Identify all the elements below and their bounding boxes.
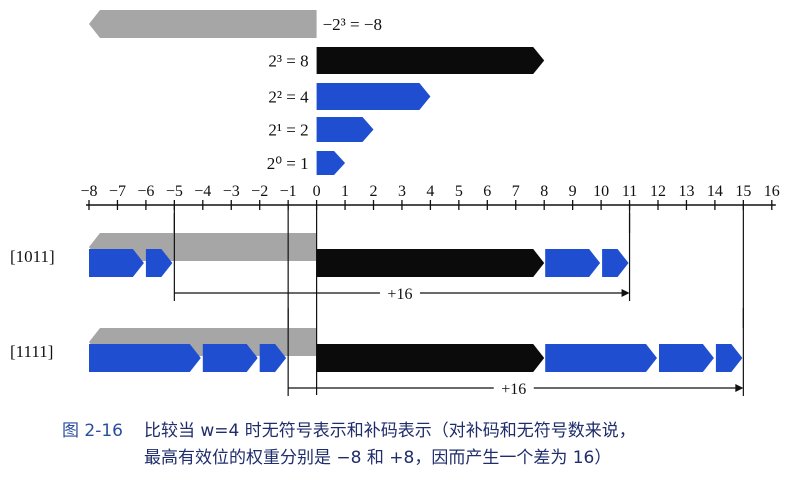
- tick-label: 14: [707, 183, 723, 200]
- caption-line-1: 图 2-16 比较当 w=4 时无符号表示和补码表示（对补码和无符号数来说，: [62, 418, 782, 445]
- example-row: [1011] +16: [10, 213, 631, 303]
- legend-label: 2⁰ = 1: [267, 154, 309, 173]
- caption-text-1: 比较当 w=4 时无符号表示和补码表示（对补码和无符号数来说，: [144, 421, 636, 441]
- row-label: [1111]: [10, 342, 53, 361]
- tick-label: 8: [540, 183, 548, 200]
- row-label: [1011]: [10, 247, 55, 266]
- legend-bar-8: [316, 47, 545, 74]
- tick-label: 10: [593, 183, 609, 200]
- tick-label: 11: [622, 183, 637, 200]
- tick-label: −3: [223, 183, 240, 200]
- figure-caption: 图 2-16 比较当 w=4 时无符号表示和补码表示（对补码和无符号数来说， 最高…: [62, 418, 782, 472]
- positive-side-blue-bar: [545, 344, 657, 372]
- tick-label: −4: [194, 183, 211, 200]
- legend-label: 2¹ = 2: [268, 121, 308, 140]
- tick-label: −2: [251, 183, 268, 200]
- tick-label: 3: [398, 183, 406, 200]
- caption-line-2: 最高有效位的权重分别是 −8 和 +8，因而产生一个差为 16）: [144, 448, 612, 468]
- negative-side-blue-bar: [89, 249, 144, 277]
- tick-label: −7: [109, 183, 126, 200]
- figure-number: 图 2-16: [62, 421, 123, 441]
- tick-label: −6: [137, 183, 154, 200]
- tick-label: 5: [455, 183, 463, 200]
- tick-label: −1: [280, 183, 297, 200]
- legend-label: 2³ = 8: [268, 52, 308, 71]
- difference-arrow-head: [735, 384, 744, 392]
- tick-label: 13: [678, 183, 694, 200]
- positive-weight-bar: [316, 249, 545, 277]
- legend-label: 2² = 4: [268, 88, 309, 107]
- difference-label: +16: [387, 286, 412, 303]
- tick-label: 2: [370, 183, 378, 200]
- difference-arrow-head: [621, 289, 630, 297]
- tick-label: 1: [341, 183, 349, 200]
- difference-label: +16: [501, 381, 526, 398]
- positive-side-blue-bar: [659, 344, 714, 372]
- example-rows: [1011] +16 [1111] +16: [10, 205, 744, 398]
- bit-weight-legend: −2³ = −8 2³ = 8 2² = 4 2¹ = 2 2⁰ = 1: [89, 10, 545, 175]
- legend-label: −2³ = −8: [323, 15, 382, 34]
- positive-weight-bar: [316, 344, 545, 372]
- tick-label: 12: [650, 183, 666, 200]
- positive-side-blue-bar: [715, 344, 743, 372]
- tick-label: 15: [735, 183, 751, 200]
- tick-label: −8: [80, 183, 97, 200]
- negative-side-blue-bar: [89, 344, 201, 372]
- tick-label: 0: [313, 183, 321, 200]
- legend-bar-1: [316, 151, 346, 175]
- tick-label: 4: [426, 183, 434, 200]
- legend-bar-2: [316, 117, 374, 142]
- example-row: [1111] +16: [10, 308, 744, 398]
- legend-bar-4: [316, 83, 431, 110]
- legend-bar-neg8: [89, 10, 317, 38]
- tick-label: 9: [569, 183, 577, 200]
- positive-side-blue-bar: [602, 249, 629, 277]
- tick-label: −5: [166, 183, 183, 200]
- positive-side-blue-bar: [545, 249, 601, 277]
- weights-diagram: −2³ = −82³ = 82² = 42¹ = 22⁰ = 1 −8 −7 −6−…: [10, 10, 780, 398]
- negative-side-blue-bar: [202, 344, 258, 372]
- tick-label: 16: [764, 183, 780, 200]
- tick-label: 6: [483, 183, 491, 200]
- tick-label: 7: [512, 183, 520, 200]
- number-line: −8 −7 −6 −5 −4 −3 −2 −1 0 1 2 3 4 5 6 7 8 9 10 11 12 13 14 15 16: [80, 183, 780, 210]
